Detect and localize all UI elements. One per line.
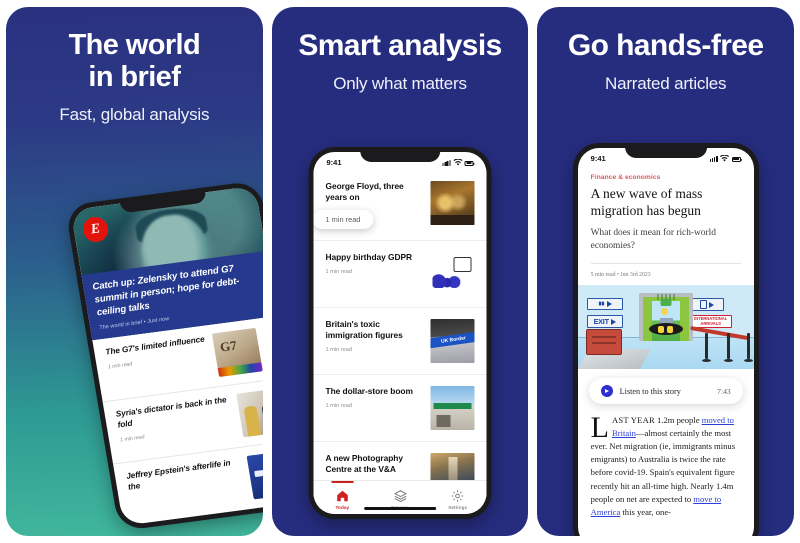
article-title: Jeffrey Epstein's afterlife in the [125,458,232,492]
promo-panel-world-in-brief: The world in brief Fast, global analysis… [6,7,263,536]
app-store-screenshot-gallery: The world in brief Fast, global analysis… [0,0,800,543]
article-header: Finance & economics A new wave of mass m… [578,166,754,285]
article-title: Happy birthday GDPR [325,251,413,262]
gear-icon [451,489,464,502]
queue-stanchion [723,333,733,363]
list-item[interactable]: George Floyd, three years on 1 min read [313,170,487,241]
exit-sign-label: EXIT [593,317,609,327]
phone-notch [359,147,441,162]
listen-duration: 7:43 [717,386,731,396]
article-title: A new wave of mass migration has begun [590,186,703,218]
promo-panel-hands-free: Go hands-free Narrated articles 9:41 Fin… [537,7,795,536]
play-icon[interactable] [600,385,613,398]
arrow-right-icon [606,301,612,308]
battery-icon [464,160,475,166]
signal-bars-icon [442,159,451,166]
tab-settings[interactable]: Settings [429,481,487,514]
sun-icon [660,308,668,316]
footprint-mat [648,323,683,336]
article-title: Britain's toxic immigration figures [325,318,403,341]
article-meta: 1 min read [325,403,352,410]
list-item[interactable]: Happy birthday GDPR 1 min read [313,241,487,308]
body-part-3: this year, one- [620,506,671,517]
drop-cap: L [590,411,609,445]
bus-train-sign [586,298,623,311]
phone-mockup-2: 9:41 George Floyd, three years on 1 min … [308,147,492,519]
layers-icon [393,489,407,502]
arrow-right-icon [610,318,616,325]
security-scanner-gate [638,293,693,342]
syria-handshake-thumb [236,388,263,438]
arrow-right-icon [708,301,714,308]
status-time: 9:41 [326,157,342,167]
panel-1-headline-line-1: The world [68,29,201,61]
airport-arrivals-illustration: EXIT INTERNATIONAL ARRIVALS [577,285,754,370]
gate-lamp-icon [657,294,675,307]
article-meta: 5 min read • Jun 3rd 2023 [590,263,741,285]
article-title: A new Photography Centre at the V&A [325,452,404,475]
status-icons [709,154,742,162]
panel-3-header: Go hands-free Narrated articles [537,7,794,94]
phone-screen-2: 9:41 George Floyd, three years on 1 min … [313,152,487,514]
status-icons [442,158,475,166]
battery-icon [731,156,742,162]
wifi-icon [453,158,462,165]
suitcase-icon [699,300,707,310]
gate-doorway [651,301,680,342]
article-standfirst: What does it mean for rich-world economi… [590,228,716,251]
uk-border-thumb [430,318,475,363]
article-body: L AST YEAR 1.2m people moved to Britain—a… [578,404,754,519]
panel-1-header: The world in brief Fast, global analysis [6,7,263,125]
body-smallcaps: AST YEAR [612,415,655,426]
list-item[interactable]: The dollar-store boom 1 min read [313,375,487,442]
listen-to-story-bar[interactable]: Listen to this story 7:43 [588,378,743,405]
phone-notch [624,143,707,158]
exit-sign: EXIT [586,315,623,329]
red-suitcase [585,329,622,356]
panel-2-header: Smart analysis Only what matters [272,7,529,94]
tab-today[interactable]: Today [314,481,372,514]
article-meta: 1 min read [325,347,352,354]
article-meta: 1 min read [325,269,352,276]
status-time: 9:41 [590,153,606,163]
body-part-2: —almost certainly the most ever. Net mig… [590,428,736,504]
gdpr-grapes-thumb [430,251,475,296]
signal-bars-icon [709,155,718,162]
list-item[interactable]: Britain's toxic immigration figures 1 mi… [313,308,487,375]
hero-article-card[interactable]: E Catch up: Zelensky to attend G7 summit… [70,185,263,341]
george-floyd-mural-thumb [430,181,475,225]
wifi-icon [720,154,730,161]
promo-panel-smart-analysis: Smart analysis Only what matters 9:41 Ge… [271,7,529,536]
home-icon [337,490,348,501]
panel-3-subhead: Narrated articles [605,73,727,93]
article-title: The dollar-store boom [325,385,413,396]
body-part-1: 1.2m people [654,415,702,426]
panel-1-subhead: Fast, global analysis [59,104,210,124]
home-indicator [363,507,437,510]
phone-mockup-1: E Catch up: Zelensky to attend G7 summit… [64,180,263,532]
phone-screen-3: 9:41 Finance & economics A new wave of m… [577,148,754,536]
phone-screen-1: E Catch up: Zelensky to attend G7 summit… [70,185,263,526]
panel-2-subhead: Only what matters [333,73,467,93]
dollar-store-thumb [430,385,475,430]
tab-label: Today [335,504,350,510]
international-arrivals-label: INTERNATIONAL ARRIVALS [694,316,728,326]
listen-label: Listen to this story [619,386,681,396]
g7-calendar-thumb [211,327,263,378]
queue-stanchion [743,333,753,363]
article-kicker[interactable]: Finance & economics [591,174,741,181]
phone-mockup-3: 9:41 Finance & economics A new wave of m… [572,143,759,536]
tab-label: Settings [448,504,468,510]
article-meta-pill: 1 min read [313,209,374,229]
panel-1-headline-line-2: in brief [88,61,181,94]
queue-stanchion [701,333,711,363]
article-list: George Floyd, three years on 1 min read … [313,170,487,509]
panel-1-headline: The world in brief [6,29,263,94]
panel-2-headline: Smart analysis [298,29,502,62]
baggage-sign [689,298,724,312]
epstein-thumb [246,450,263,500]
panel-3-headline: Go hands-free [567,29,764,62]
article-title: George Floyd, three years on [325,181,404,203]
